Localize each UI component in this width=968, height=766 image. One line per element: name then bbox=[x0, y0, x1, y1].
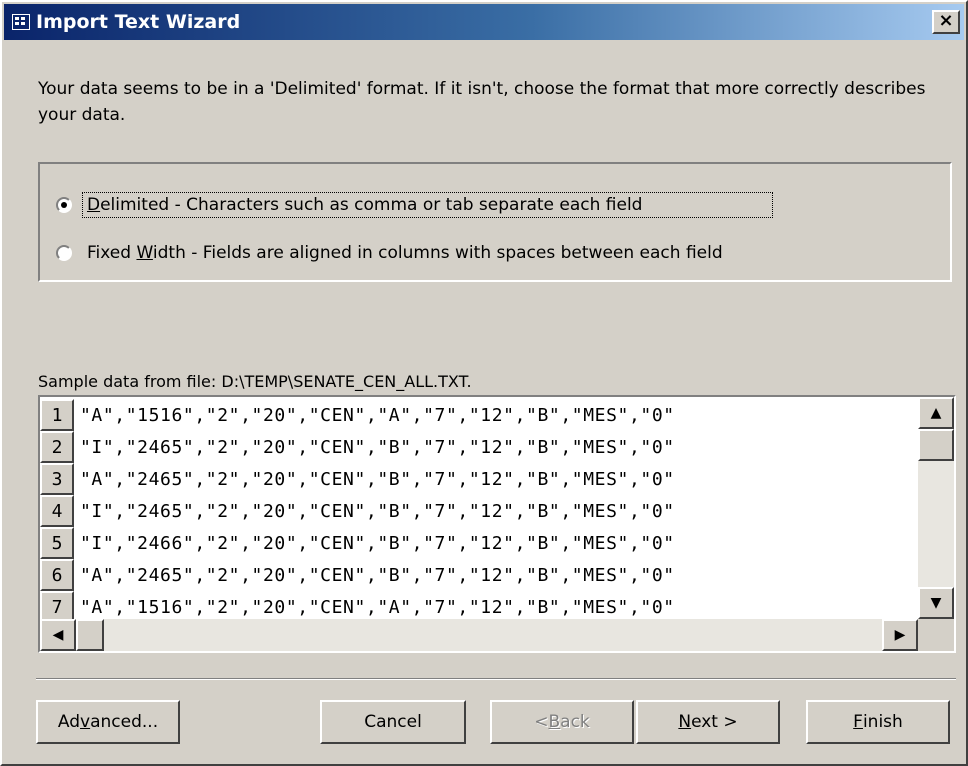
row-number: 2 bbox=[40, 431, 74, 463]
sample-data-grid[interactable]: 1 "A","1516","2","20","CEN","A","7","12",… bbox=[38, 395, 956, 653]
separator bbox=[36, 678, 956, 680]
scroll-down-icon[interactable]: ▼ bbox=[918, 587, 954, 619]
vertical-scroll-thumb[interactable] bbox=[918, 429, 954, 461]
finish-button[interactable]: Finish bbox=[806, 700, 950, 744]
intro-text: Your data seems to be in a 'Delimited' f… bbox=[38, 79, 926, 125]
title-bar: Import Text Wizard × bbox=[4, 4, 964, 40]
row-number: 5 bbox=[40, 527, 74, 559]
table-row: 5 "I","2466","2","20","CEN","B","7","12",… bbox=[40, 527, 918, 561]
row-text: "A","1516","2","20","CEN","A","7","12","… bbox=[80, 405, 675, 426]
table-row: 1 "A","1516","2","20","CEN","A","7","12",… bbox=[40, 399, 918, 433]
cancel-button[interactable]: Cancel bbox=[320, 700, 466, 744]
horizontal-scrollbar[interactable]: ◀ ▶ bbox=[40, 619, 918, 651]
table-row: 3 "A","2465","2","20","CEN","B","7","12",… bbox=[40, 463, 918, 497]
next-button[interactable]: Next > bbox=[636, 700, 780, 744]
fixed-width-option[interactable]: Fixed Width - Fields are aligned in colu… bbox=[56, 240, 723, 266]
row-text: "I","2465","2","20","CEN","B","7","12","… bbox=[80, 501, 675, 522]
row-number: 6 bbox=[40, 559, 74, 591]
scroll-up-icon[interactable]: ▲ bbox=[918, 397, 954, 429]
close-button[interactable]: × bbox=[932, 10, 960, 34]
import-text-wizard-window: Import Text Wizard × Your data seems to … bbox=[0, 0, 968, 766]
vertical-scrollbar[interactable]: ▲ ▼ bbox=[918, 397, 954, 619]
row-number: 4 bbox=[40, 495, 74, 527]
sample-rows: 1 "A","1516","2","20","CEN","A","7","12",… bbox=[40, 397, 918, 619]
table-row: 2 "I","2465","2","20","CEN","B","7","12",… bbox=[40, 431, 918, 465]
row-text: "A","2465","2","20","CEN","B","7","12","… bbox=[80, 565, 675, 586]
row-text: "I","2466","2","20","CEN","B","7","12","… bbox=[80, 533, 675, 554]
format-options-group: Delimited - Characters such as comma or … bbox=[38, 162, 952, 282]
row-number: 1 bbox=[40, 399, 74, 431]
delimited-option[interactable]: Delimited - Characters such as comma or … bbox=[56, 192, 774, 218]
app-icon bbox=[12, 14, 30, 30]
window-title: Import Text Wizard bbox=[36, 11, 241, 33]
delimited-radio[interactable] bbox=[56, 197, 72, 213]
scroll-left-icon[interactable]: ◀ bbox=[40, 619, 76, 651]
row-text: "A","2465","2","20","CEN","B","7","12","… bbox=[80, 469, 675, 490]
delimited-label[interactable]: Delimited - Characters such as comma or … bbox=[82, 192, 774, 218]
scroll-right-icon[interactable]: ▶ bbox=[882, 619, 918, 651]
row-text: "I","2465","2","20","CEN","B","7","12","… bbox=[80, 437, 675, 458]
sample-data-label: Sample data from file: D:\TEMP\SENATE_CE… bbox=[38, 372, 472, 391]
horizontal-scroll-thumb[interactable] bbox=[76, 619, 104, 651]
row-number: 3 bbox=[40, 463, 74, 495]
advanced-button[interactable]: Ad v anced... bbox=[36, 700, 180, 744]
fixed-width-radio[interactable] bbox=[56, 245, 72, 261]
table-row: 6 "A","2465","2","20","CEN","B","7","12",… bbox=[40, 559, 918, 593]
fixed-width-label[interactable]: Fixed Width - Fields are aligned in colu… bbox=[82, 243, 723, 263]
row-text: "A","1516","2","20","CEN","A","7","12","… bbox=[80, 597, 675, 618]
row-number: 7 bbox=[40, 591, 74, 619]
back-button[interactable]: < Back bbox=[490, 700, 634, 744]
table-row: 7 "A","1516","2","20","CEN","A","7","12",… bbox=[40, 591, 918, 619]
table-row: 4 "I","2465","2","20","CEN","B","7","12",… bbox=[40, 495, 918, 529]
scrollbar-corner bbox=[918, 619, 954, 651]
